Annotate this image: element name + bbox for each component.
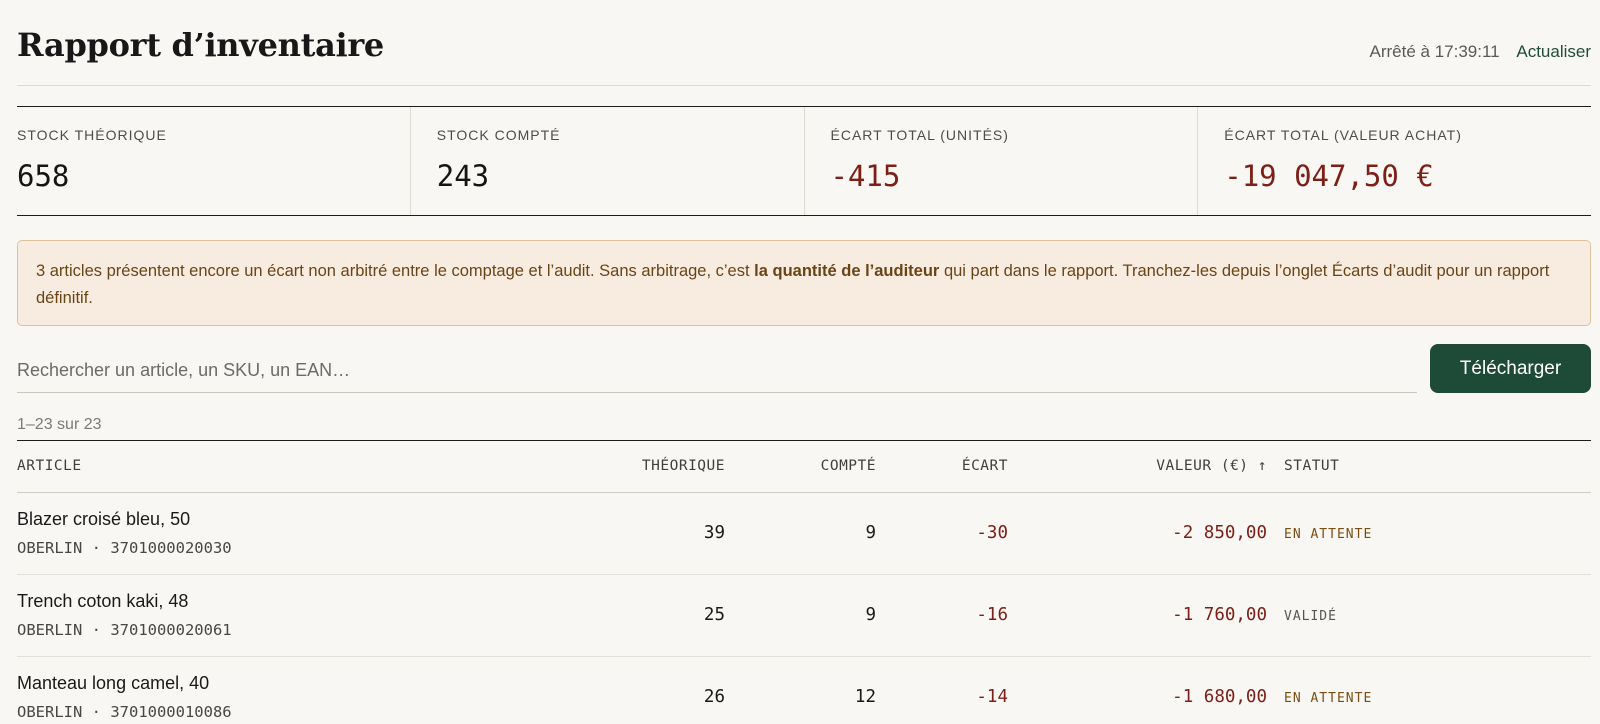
gap-qty: -16 <box>976 605 1008 625</box>
stat-total-gap-units: ÉCART TOTAL (UNITÉS) -415 <box>805 107 1199 215</box>
stat-theoretical-stock: STOCK THÉORIQUE 658 <box>17 107 411 215</box>
gap-value: -1 680,00 <box>1172 687 1267 707</box>
column-header-article[interactable]: ARTICLE <box>17 458 82 474</box>
article-brand-ean: OBERLIN · 3701000020061 <box>17 621 232 639</box>
download-button[interactable]: Télécharger <box>1430 344 1591 393</box>
stat-label: ÉCART TOTAL (VALEUR ACHAT) <box>1224 127 1462 143</box>
article-brand-ean: OBERLIN · 3701000010086 <box>17 703 232 721</box>
snapshot-timestamp: Arrêté à 17:39:11 <box>1369 42 1500 61</box>
table-header: ARTICLE THÉORIQUE COMPTÉ ÉCART VALEUR (€… <box>17 441 1591 493</box>
summary-stats: STOCK THÉORIQUE 658 STOCK COMPTÉ 243 ÉCA… <box>17 106 1591 216</box>
result-count: 1–23 sur 23 <box>17 416 102 433</box>
stat-counted-stock: STOCK COMPTÉ 243 <box>411 107 805 215</box>
column-header-status[interactable]: STATUT <box>1284 458 1339 474</box>
alert-emphasis: la quantité de l’auditeur <box>754 262 940 280</box>
table-row[interactable]: Trench coton kaki, 48 OBERLIN · 37010000… <box>17 575 1591 657</box>
article-name: Blazer croisé bleu, 50 <box>17 509 191 529</box>
theoretical-qty: 39 <box>703 523 725 543</box>
inventory-table: ARTICLE THÉORIQUE COMPTÉ ÉCART VALEUR (€… <box>17 440 1591 724</box>
stat-total-gap-value: ÉCART TOTAL (VALEUR ACHAT) -19 047,50 € <box>1198 107 1591 215</box>
theoretical-qty: 25 <box>703 605 725 625</box>
alert-text: 3 articles présentent encore un écart no… <box>36 262 755 280</box>
stat-value: 243 <box>436 159 490 193</box>
stat-value: -19 047,50 € <box>1224 159 1434 193</box>
stat-value: -415 <box>830 159 901 193</box>
column-header-value[interactable]: VALEUR (€) ↑ <box>1156 458 1267 474</box>
column-header-counted[interactable]: COMPTÉ <box>821 458 876 474</box>
table-row[interactable]: Manteau long camel, 40 OBERLIN · 3701000… <box>17 657 1591 724</box>
table-row[interactable]: Blazer croisé bleu, 50 OBERLIN · 3701000… <box>17 493 1591 575</box>
counted-qty: 12 <box>854 687 876 707</box>
gap-qty: -30 <box>976 523 1008 543</box>
theoretical-qty: 26 <box>703 687 725 707</box>
column-header-theoretical[interactable]: THÉORIQUE <box>642 458 725 474</box>
header-actions: Arrêté à 17:39:11 Actualiser <box>1370 42 1591 62</box>
page-title: Rapport d’inventaire <box>17 26 384 64</box>
article-name: Manteau long camel, 40 <box>17 673 210 693</box>
article-name: Trench coton kaki, 48 <box>17 591 189 611</box>
counted-qty: 9 <box>865 523 876 543</box>
gap-value: -1 760,00 <box>1172 605 1267 625</box>
status-badge: EN ATTENTE <box>1284 691 1373 706</box>
stat-label: ÉCART TOTAL (UNITÉS) <box>830 127 1009 143</box>
stat-label: STOCK THÉORIQUE <box>17 127 167 143</box>
stat-value: 658 <box>17 159 70 193</box>
status-badge: VALIDÉ <box>1284 609 1337 624</box>
status-badge: EN ATTENTE <box>1284 527 1373 542</box>
column-header-gap[interactable]: ÉCART <box>962 458 1008 474</box>
unresolved-gaps-alert: 3 articles présentent encore un écart no… <box>17 240 1591 326</box>
stat-label: STOCK COMPTÉ <box>436 127 561 143</box>
refresh-link[interactable]: Actualiser <box>1516 42 1591 61</box>
gap-qty: -14 <box>976 687 1008 707</box>
gap-value: -2 850,00 <box>1172 523 1267 543</box>
counted-qty: 9 <box>865 605 876 625</box>
article-brand-ean: OBERLIN · 3701000020030 <box>17 539 232 557</box>
search-input[interactable] <box>17 348 1417 393</box>
page-header: Rapport d’inventaire Arrêté à 17:39:11 A… <box>17 0 1591 86</box>
